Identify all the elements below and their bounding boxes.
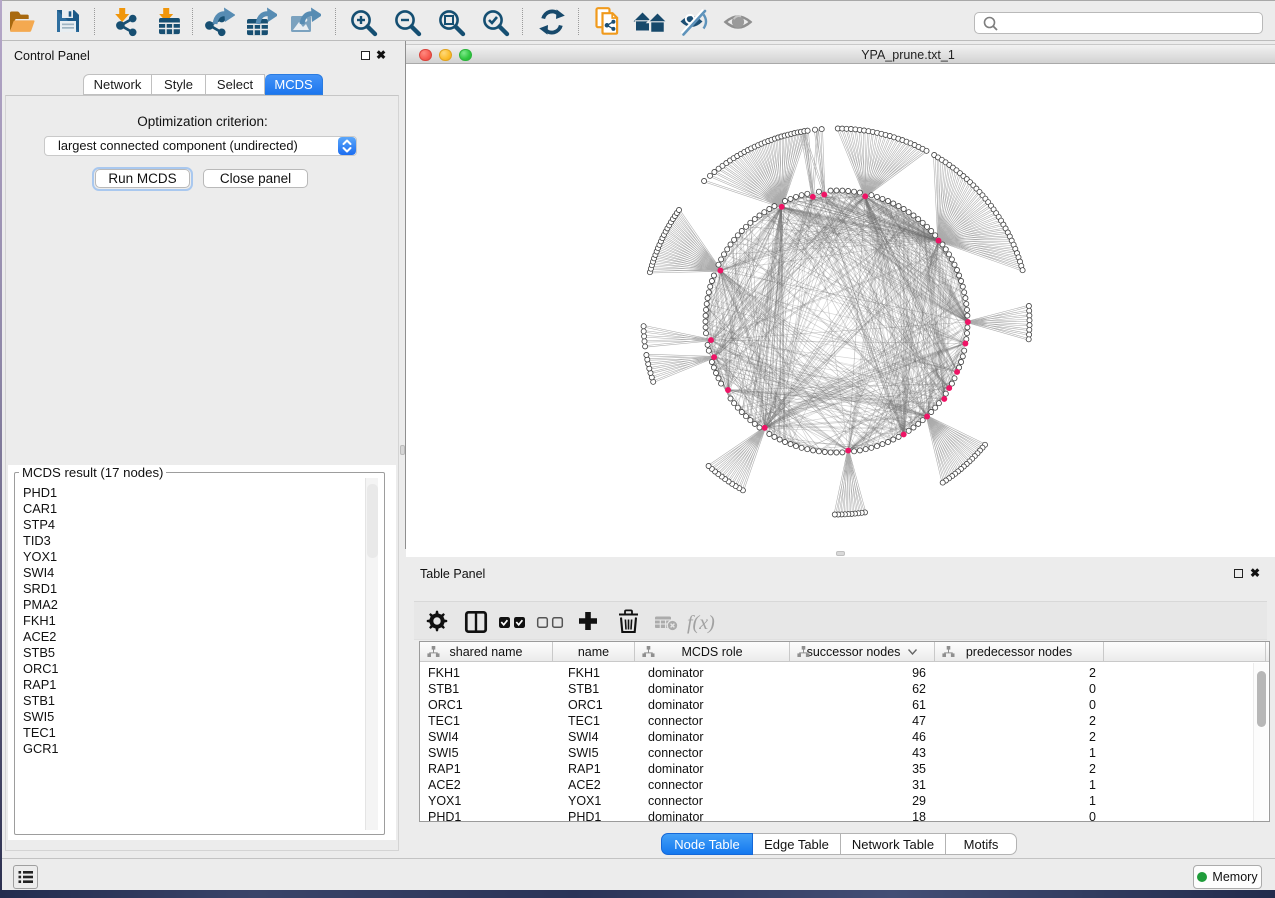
svg-text:f(x): f(x) — [687, 612, 715, 634]
